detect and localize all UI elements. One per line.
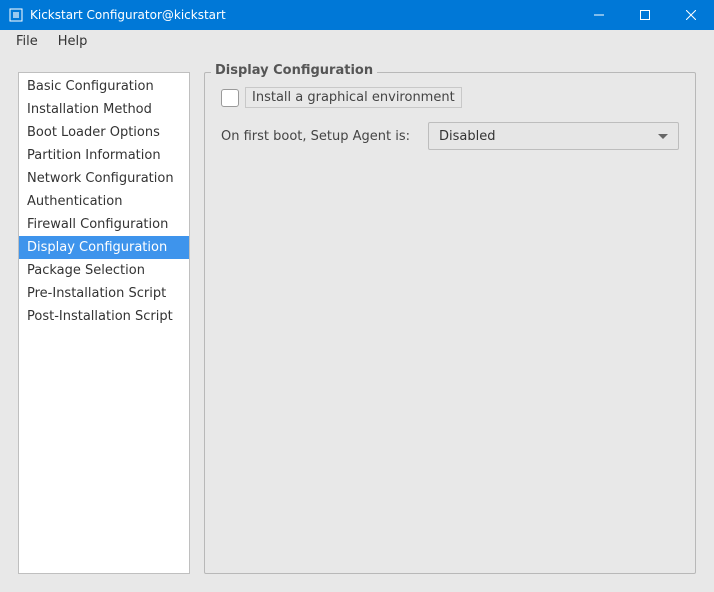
chevron-down-icon	[658, 134, 668, 139]
sidebar-item-firewall-configuration[interactable]: Firewall Configuration	[19, 213, 189, 236]
install-graphical-row: Install a graphical environment	[221, 87, 679, 108]
menu-help[interactable]: Help	[48, 32, 98, 51]
setup-agent-value: Disabled	[439, 129, 658, 144]
install-graphical-checkbox[interactable]	[221, 89, 239, 107]
app-icon	[8, 7, 24, 23]
sidebar-item-partition-information[interactable]: Partition Information	[19, 144, 189, 167]
sidebar-item-installation-method[interactable]: Installation Method	[19, 98, 189, 121]
sidebar-item-boot-loader-options[interactable]: Boot Loader Options	[19, 121, 189, 144]
maximize-button[interactable]	[622, 0, 668, 30]
sidebar-item-pre-installation-script[interactable]: Pre-Installation Script	[19, 282, 189, 305]
menubar: File Help	[0, 30, 714, 54]
sidebar: Basic Configuration Installation Method …	[18, 72, 190, 574]
sidebar-item-package-selection[interactable]: Package Selection	[19, 259, 189, 282]
sidebar-item-display-configuration[interactable]: Display Configuration	[19, 236, 189, 259]
sidebar-item-basic-configuration[interactable]: Basic Configuration	[19, 75, 189, 98]
group-title: Display Configuration	[211, 63, 377, 78]
client-area: Basic Configuration Installation Method …	[0, 54, 714, 592]
sidebar-item-network-configuration[interactable]: Network Configuration	[19, 167, 189, 190]
titlebar: Kickstart Configurator@kickstart	[0, 0, 714, 30]
content-pane: Display Configuration Install a graphica…	[204, 72, 696, 574]
window-title: Kickstart Configurator@kickstart	[30, 8, 226, 22]
sidebar-item-post-installation-script[interactable]: Post-Installation Script	[19, 305, 189, 328]
install-graphical-label[interactable]: Install a graphical environment	[245, 87, 462, 108]
sidebar-item-authentication[interactable]: Authentication	[19, 190, 189, 213]
setup-agent-label: On first boot, Setup Agent is:	[221, 129, 410, 144]
close-button[interactable]	[668, 0, 714, 30]
setup-agent-dropdown[interactable]: Disabled	[428, 122, 679, 150]
display-configuration-group: Display Configuration Install a graphica…	[204, 72, 696, 574]
menu-file[interactable]: File	[6, 32, 48, 51]
minimize-button[interactable]	[576, 0, 622, 30]
setup-agent-row: On first boot, Setup Agent is: Disabled	[221, 122, 679, 150]
